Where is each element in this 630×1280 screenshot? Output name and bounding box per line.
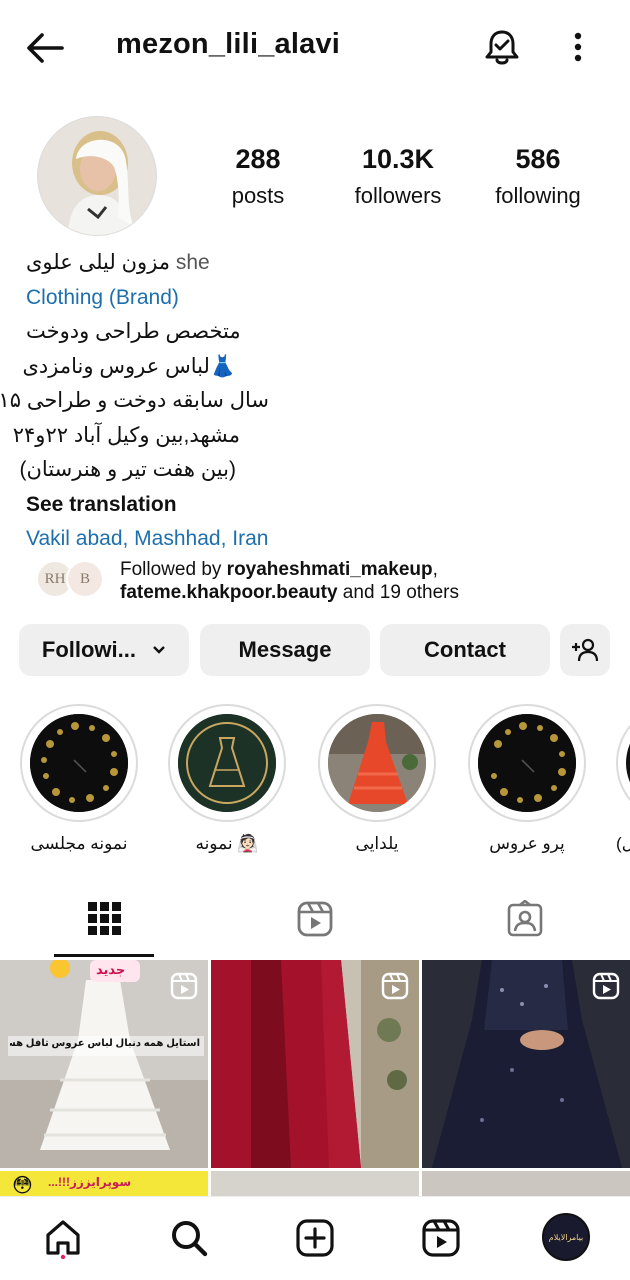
tab-reels[interactable] xyxy=(210,890,420,956)
bio-name-line: مزون لیلی علوی she xyxy=(26,246,606,281)
reels-icon[interactable] xyxy=(420,1217,462,1259)
profile-actions: Followi... Message Contact xyxy=(19,624,614,676)
followed-by-suffix: and 19 others xyxy=(337,582,460,603)
followers-count: 10.3K xyxy=(361,144,435,174)
following-button[interactable]: Followi... xyxy=(19,624,189,676)
posts-stat[interactable]: 288 posts xyxy=(188,144,328,209)
bio-category[interactable]: Clothing (Brand) xyxy=(26,281,606,316)
add-user-icon xyxy=(572,638,599,662)
highlight-item[interactable]: نمونه 👰🏻 xyxy=(166,704,288,854)
post-thumbnail[interactable]: جدید استایل همه دنبال لباس عروس تافل هست… xyxy=(0,960,208,1168)
message-button[interactable]: Message xyxy=(200,624,370,676)
search-icon[interactable] xyxy=(168,1217,210,1259)
following-label: following xyxy=(495,183,581,208)
bio-name: مزون لیلی علوی xyxy=(26,251,171,274)
highlight-label: نمونه 👰🏻 xyxy=(195,834,259,853)
highlight-ring xyxy=(468,704,586,822)
post-thumbnail[interactable] xyxy=(211,960,419,1168)
posts-label: posts xyxy=(231,183,285,208)
profile-avatar-nav[interactable]: بیامرالایلام xyxy=(542,1213,590,1261)
followed-by-text: Followed by royaheshmati_makeup, fateme.… xyxy=(120,558,620,604)
tagged-icon xyxy=(507,900,543,937)
highlight-cover xyxy=(30,714,128,812)
post-caption-overlay: استایل همه دنبال لباس عروس تافل هستن! xyxy=(10,1038,200,1049)
following-button-label: Followi... xyxy=(41,637,136,662)
followers-label: followers xyxy=(354,183,442,208)
bio-line: (بین هفت تیر و هنرستان) xyxy=(19,458,236,481)
followed-by-prefix: Followed by xyxy=(120,559,227,580)
bottom-navigation: بیامرالایلام xyxy=(0,1196,630,1280)
followed-by-user[interactable]: royaheshmati_makeup xyxy=(227,559,433,580)
emoji-icon: 😳 xyxy=(12,1175,33,1197)
highlight-label: یلدایی xyxy=(355,834,399,853)
tab-grid[interactable] xyxy=(0,890,210,956)
highlight-cover xyxy=(626,714,630,812)
grid-icon xyxy=(88,902,121,935)
plus-square-icon[interactable] xyxy=(294,1217,336,1259)
followed-by-separator: , xyxy=(432,559,438,580)
post-grid: جدید استایل همه دنبال لباس عروس تافل هست… xyxy=(0,960,630,1200)
profile-stats: 288 posts 10.3K followers 586 following xyxy=(0,144,630,214)
followed-by-user[interactable]: fateme.khakpoor.beauty xyxy=(120,582,338,603)
highlight-label: پرو عروس xyxy=(489,834,565,853)
story-highlights: نمونه مجلسی نمونه 👰🏻 یلدایی پرو عروس (ل xyxy=(0,704,630,864)
followed-by[interactable]: RH B Followed by royaheshmati_makeup, fa… xyxy=(36,558,616,606)
add-user-button[interactable] xyxy=(560,624,610,676)
post-overlay-text: جدید xyxy=(96,962,126,977)
following-stat[interactable]: 586 following xyxy=(468,144,608,209)
bell-icon[interactable] xyxy=(482,26,522,68)
reels-icon xyxy=(592,972,620,1000)
chevron-down-icon xyxy=(152,625,166,677)
bio-pronoun: she xyxy=(175,251,210,274)
highlight-ring xyxy=(616,704,630,822)
profile-avatar-text: بیامرالایلام xyxy=(548,1233,584,1242)
highlight-cover xyxy=(328,714,426,812)
highlight-label: (ل xyxy=(616,834,630,853)
more-vertical-icon[interactable] xyxy=(560,26,596,68)
following-count: 586 xyxy=(515,144,561,174)
followers-stat[interactable]: 10.3K followers xyxy=(328,144,468,209)
posts-count: 288 xyxy=(235,144,281,174)
profile-bio: مزون لیلی علوی she Clothing (Brand) متخص… xyxy=(0,246,606,557)
follower-avatar: B xyxy=(66,560,104,598)
reels-icon xyxy=(297,901,333,937)
profile-username: mezon_lili_alavi xyxy=(116,28,341,60)
highlight-item[interactable]: پرو عروس xyxy=(466,704,588,854)
highlight-ring xyxy=(318,704,436,822)
see-translation-link[interactable]: See translation xyxy=(26,488,606,523)
bio-line: متخصص طراحی ودوخت xyxy=(26,320,241,343)
highlight-cover xyxy=(478,714,576,812)
reels-icon xyxy=(381,972,409,1000)
post-caption-overlay: سوپرایززز!!!... xyxy=(48,1175,132,1189)
highlight-item[interactable]: یلدایی xyxy=(316,704,438,854)
top-bar: mezon_lili_alavi xyxy=(0,0,630,96)
bio-line: 👗لباس عروس ونامزدی xyxy=(22,354,237,378)
post-thumbnail[interactable] xyxy=(422,960,630,1168)
profile-tabs xyxy=(0,890,630,958)
highlight-item[interactable]: نمونه مجلسی xyxy=(18,704,140,854)
active-tab-indicator xyxy=(54,954,154,957)
bio-location[interactable]: Vakil abad, Mashhad, Iran xyxy=(26,522,606,557)
highlight-cover xyxy=(178,714,276,812)
highlight-ring xyxy=(168,704,286,822)
highlight-ring xyxy=(20,704,138,822)
tab-tagged[interactable] xyxy=(420,890,630,956)
reels-icon xyxy=(170,972,198,1000)
contact-button[interactable]: Contact xyxy=(380,624,550,676)
highlight-item[interactable]: (ل xyxy=(614,704,630,854)
home-icon[interactable] xyxy=(42,1217,84,1259)
arrow-left-icon[interactable] xyxy=(22,28,68,68)
highlight-label: نمونه مجلسی xyxy=(30,834,128,853)
bio-line: سال سابقه دوخت و طراحی ۱۵ xyxy=(0,389,269,412)
bio-line: مشهد,بین وکیل آباد ۲۲و۲۴ xyxy=(12,423,240,447)
